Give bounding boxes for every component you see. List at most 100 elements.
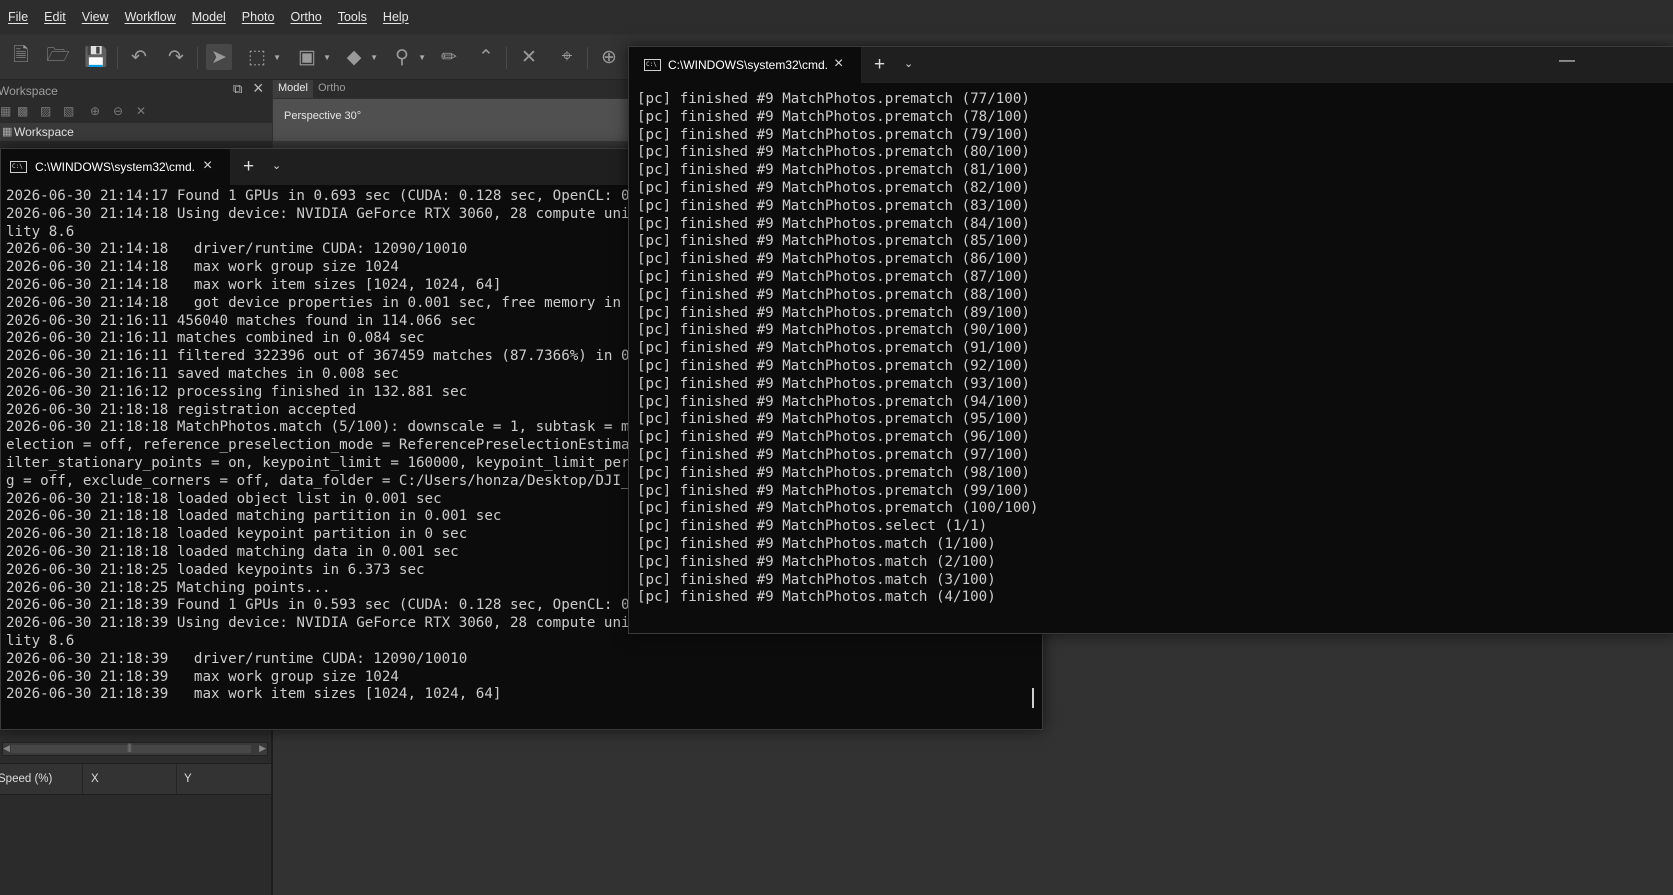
close-panel-icon[interactable]: × [253,78,264,99]
menu-model[interactable]: Model [184,10,234,24]
terminal-line: [pc] finished #9 MatchPhotos.prematch (9… [637,340,1030,357]
move-object-icon[interactable]: ▣ ▼ [294,44,331,70]
terminal-line: 2026-06-30 21:18:39 max work group size … [6,668,399,685]
terminal-line: 2026-06-30 21:18:39 max work item sizes … [6,686,502,703]
workspace-root-label: Workspace [14,125,74,139]
shape-icon[interactable]: ✏ [436,44,462,70]
navigation-arrow-icon[interactable]: ➤ [206,44,232,70]
terminal-tab[interactable]: C:\ C:\WINDOWS\system32\cmd. × [629,47,861,83]
scroll-right-icon[interactable]: ▶ [259,743,266,754]
column-header-speed[interactable]: Speed (%) [0,773,52,785]
ruler-icon[interactable]: ⚲ ▼ [389,44,426,70]
minimize-icon[interactable]: — [1559,52,1575,70]
terminal-line: [pc] finished #9 MatchPhotos.prematch (9… [637,357,1030,374]
merge-chunks-icon[interactable]: ▧ [63,104,74,118]
terminal-line: [pc] finished #9 MatchPhotos.prematch (8… [637,197,1030,214]
column-header-y[interactable]: Y [184,773,192,785]
terminal-line: [pc] finished #9 MatchPhotos.prematch (8… [637,233,1030,250]
terminal-titlebar: C:\ C:\WINDOWS\system32\cmd. × + ⌄ — [629,47,1673,83]
terminal-line: [pc] finished #9 MatchPhotos.match (3/10… [637,571,996,588]
workspace-root-item[interactable]: ▦ Workspace [0,123,272,141]
menu-edit[interactable]: Edit [36,10,74,24]
open-folder-icon[interactable]: 🗁 [45,44,71,70]
panel-splitter[interactable] [271,730,273,895]
menu-workflow[interactable]: Workflow [117,10,184,24]
menu-photo[interactable]: Photo [234,10,283,24]
scroll-left-icon[interactable]: ◀ [3,743,10,754]
remove-icon[interactable]: ✕ [136,104,146,118]
menu-file[interactable]: File [0,10,36,24]
terminal-line: [pc] finished #9 MatchPhotos.prematch (8… [637,162,1030,179]
new-tab-icon[interactable]: + [243,156,254,178]
terminal-line: lity 8.6 [6,632,75,649]
terminal-line: [pc] finished #9 MatchPhotos.match (1/10… [637,535,996,552]
chevron-down-icon[interactable]: ⌄ [272,159,281,172]
close-tab-icon[interactable]: × [834,55,843,73]
terminal-line: [pc] finished #9 MatchPhotos.prematch (9… [637,375,1030,392]
terminal-tab[interactable]: C:\ C:\WINDOWS\system32\cmd. × [1,149,230,185]
disable-icon[interactable]: ⊖ [113,104,123,118]
text-cursor [1032,688,1034,708]
tab-ortho[interactable]: Ortho [313,80,351,98]
chevron-down-icon[interactable]: ⌄ [904,57,913,70]
toolbar-separator [197,47,198,69]
crop-icon[interactable]: ⌖ [554,44,580,70]
menu-view[interactable]: View [74,10,117,24]
terminal-line: [pc] finished #9 MatchPhotos.prematch (9… [637,464,1030,481]
redo-icon[interactable]: ↷ [163,44,189,70]
save-icon[interactable]: 💾 [83,44,109,70]
terminal-line: [pc] finished #9 MatchPhotos.prematch (8… [637,268,1030,285]
workspace-panel-title: Workspace [0,84,58,98]
shape-icon[interactable]: ⌃ [473,44,499,70]
menu-help[interactable]: Help [375,10,417,24]
new-document-icon[interactable]: 🗎 [8,44,34,70]
toolbar-separator [587,47,588,69]
grid-icon: ▦ [2,126,13,138]
terminal-line: [pc] finished #9 MatchPhotos.prematch (1… [637,500,1039,517]
region-icon[interactable]: ◆ ▼ [341,44,378,70]
workspace-titlebar: Workspace ⧉ × [0,78,272,102]
table-header: Speed (%) X Y [0,763,272,795]
terminal-line: [pc] finished #9 MatchPhotos.prematch (8… [637,179,1030,196]
menu-bar: File Edit View Workflow Model Photo Orth… [0,0,1673,34]
zoom-in-icon[interactable]: ⊕ [596,44,622,70]
grip-icon: ||| [127,742,132,752]
terminal-line: [pc] finished #9 MatchPhotos.prematch (9… [637,411,1030,428]
terminal-line: [pc] finished #9 MatchPhotos.prematch (9… [637,393,1030,410]
terminal-tab-title: C:\WINDOWS\system32\cmd. [668,58,829,72]
menu-tools[interactable]: Tools [330,10,375,24]
add-chunk-icon[interactable]: ▦ [0,104,11,118]
horizontal-scrollbar[interactable]: ◀ ||| ▶ [2,742,268,756]
float-panel-icon[interactable]: ⧉ [233,81,242,97]
menu-ortho[interactable]: Ortho [282,10,329,24]
terminal-line: [pc] finished #9 MatchPhotos.prematch (9… [637,482,1030,499]
terminal-line: [pc] finished #9 MatchPhotos.prematch (8… [637,304,1030,321]
column-header-x[interactable]: X [91,773,99,785]
toolbar-separator [117,47,118,69]
add-photos-icon[interactable]: ▩ [17,104,28,118]
delete-icon[interactable]: ✕ [516,44,542,70]
terminal-line: [pc] finished #9 MatchPhotos.prematch (8… [637,251,1030,268]
tab-model[interactable]: Model [273,80,313,98]
terminal-line: [pc] finished #9 MatchPhotos.prematch (8… [637,144,1030,161]
column-divider [82,764,83,794]
terminal-line: 2026-06-30 21:18:39 driver/runtime CUDA:… [6,650,468,667]
terminal-line: [pc] finished #9 MatchPhotos.prematch (8… [637,215,1030,232]
terminal-line: [pc] finished #9 MatchPhotos.prematch (7… [637,126,1030,143]
rectangle-selection-icon[interactable]: ⬚ ▼ [244,44,281,70]
add-folder-icon[interactable]: ▨ [40,104,51,118]
terminal-line: [pc] finished #9 MatchPhotos.match (2/10… [637,553,996,570]
terminal-line: [pc] finished #9 MatchPhotos.match (4/10… [637,589,996,606]
terminal-line: [pc] finished #9 MatchPhotos.prematch (7… [637,108,1030,125]
toolbar-separator [506,47,507,69]
terminal-window-right[interactable]: C:\ C:\WINDOWS\system32\cmd. × + ⌄ — [pc… [628,46,1673,634]
undo-icon[interactable]: ↶ [126,44,152,70]
new-tab-icon[interactable]: + [874,54,885,76]
enable-icon[interactable]: ⊕ [90,104,100,118]
terminal-line: [pc] finished #9 MatchPhotos.select (1/1… [637,518,988,535]
close-tab-icon[interactable]: × [203,157,212,175]
terminal-output[interactable]: [pc] finished #9 MatchPhotos.prematch (7… [629,83,1673,633]
terminal-line: [pc] finished #9 MatchPhotos.prematch (9… [637,322,1030,339]
projection-label: Perspective 30° [284,110,362,122]
terminal-line: [pc] finished #9 MatchPhotos.prematch (9… [637,446,1030,463]
